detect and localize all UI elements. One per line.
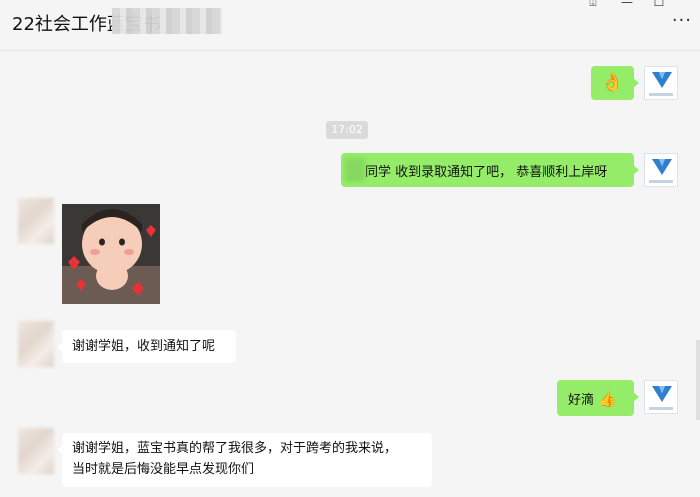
- baby-sticker-drawing: [62, 204, 160, 304]
- more-icon[interactable]: ···: [672, 12, 692, 30]
- title-blur-mask: [112, 8, 222, 34]
- scrollbar[interactable]: [696, 340, 700, 420]
- contact-avatar[interactable]: [18, 198, 54, 244]
- minimize-icon[interactable]: —: [617, 0, 637, 10]
- self-avatar[interactable]: [644, 66, 678, 100]
- received-message-bubble[interactable]: 谢谢学姐，蓝宝书真的帮了我很多，对于跨考的我来说， 当时就是后悔没能早点发现你们: [57, 433, 432, 487]
- received-message-bubble[interactable]: 谢谢学姐，收到通知了呢: [57, 330, 236, 363]
- sent-message-bubble[interactable]: 好滴 👍: [557, 380, 639, 416]
- contact-avatar[interactable]: [18, 428, 54, 474]
- time-divider: 17:02: [326, 121, 368, 139]
- contact-avatar[interactable]: [18, 321, 54, 367]
- sent-message-bubble[interactable]: 同学 收到录取通知了吧， 恭喜顺利上岸呀: [341, 153, 639, 187]
- sticker-image[interactable]: [62, 204, 160, 304]
- blue-v-logo-icon: [652, 386, 672, 402]
- sent-emoji-bubble[interactable]: 👌: [591, 66, 639, 100]
- maximize-icon[interactable]: ☐: [649, 0, 669, 10]
- chat-title-bar: 22社会工作蓝宝书 ⍗ — ☐ ···: [0, 0, 700, 51]
- blue-v-logo-icon: [652, 72, 672, 88]
- message-text-line: 谢谢学姐，蓝宝书真的帮了我很多，对于跨考的我来说，: [72, 441, 398, 456]
- logo-caption: [649, 407, 673, 410]
- pin-icon[interactable]: ⍗: [583, 0, 603, 10]
- self-avatar[interactable]: [644, 153, 678, 187]
- message-text: 谢谢学姐，收到通知了呢: [72, 339, 216, 354]
- message-text: 同学 收到录取通知了吧， 恭喜顺利上岸呀: [365, 165, 608, 180]
- ok-hand-emoji: 👌: [601, 72, 624, 93]
- message-text: 好滴: [568, 393, 595, 408]
- message-text-line: 当时就是后悔没能早点发现你们: [72, 462, 255, 477]
- bubble-blur-mask: [345, 158, 365, 182]
- logo-caption: [649, 93, 673, 96]
- blue-v-logo-icon: [652, 159, 672, 175]
- logo-caption: [649, 180, 673, 183]
- thumbs-up-emoji: 👍: [598, 390, 617, 408]
- self-avatar[interactable]: [644, 380, 678, 414]
